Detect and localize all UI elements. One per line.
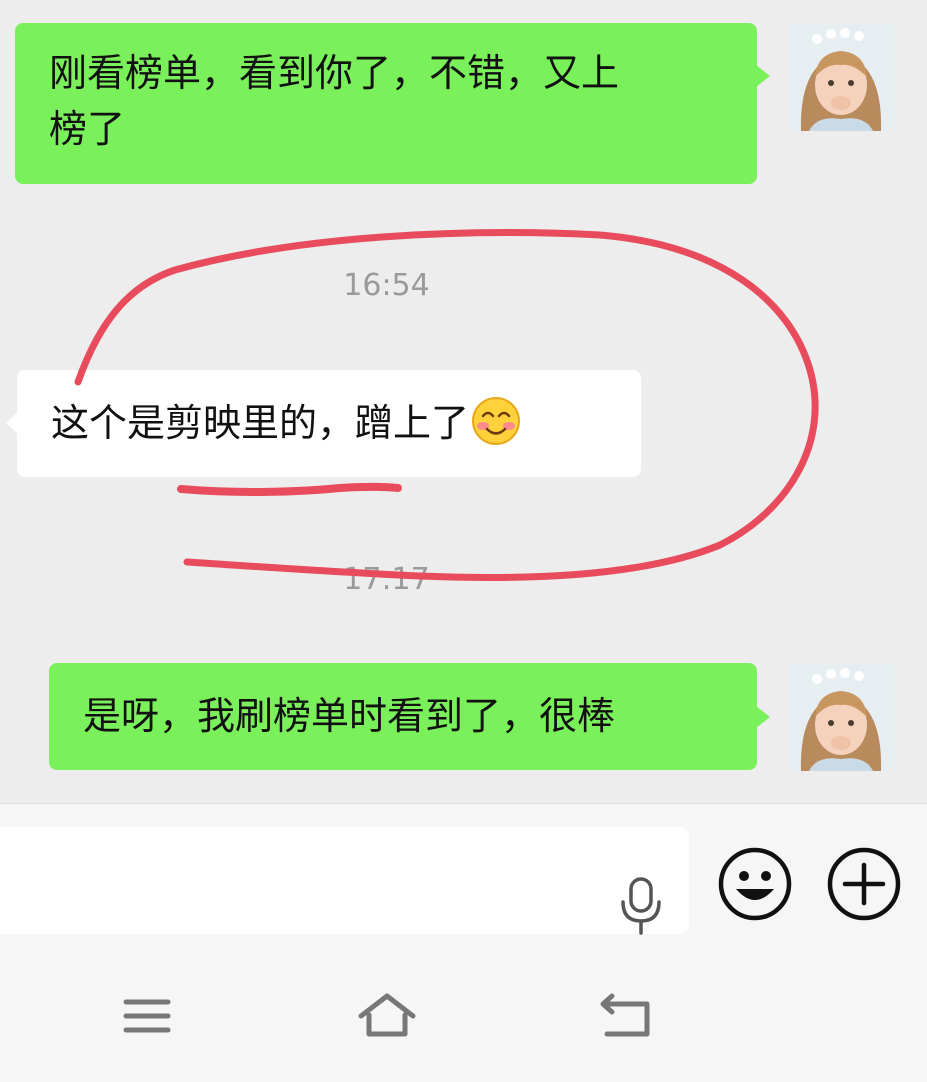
message-bubble-outgoing[interactable]: 是呀，我刷榜单时看到了，很棒 (49, 663, 757, 770)
message-text: 是呀，我刷榜单时看到了，很棒 (83, 694, 616, 738)
avatar[interactable] (787, 663, 895, 771)
avatar-girl-image (787, 23, 895, 131)
message-bubble-outgoing[interactable]: 刚看榜单，看到你了，不错，又上 榜了 (15, 23, 757, 184)
menu-icon[interactable] (116, 990, 178, 1042)
avatar-girl-image (787, 663, 895, 771)
bubble-tail (756, 65, 770, 87)
annotation-underline-stroke (177, 482, 402, 496)
message-bubble-incoming[interactable]: 这个是剪映里的，蹭上了 (17, 370, 641, 477)
home-icon[interactable] (356, 990, 418, 1042)
microphone-icon[interactable] (616, 876, 666, 936)
navigation-bar (0, 946, 927, 1082)
message-text-line: 刚看榜单，看到你了，不错，又上 (49, 51, 620, 95)
message-input[interactable] (0, 827, 689, 936)
bubble-tail (756, 706, 770, 728)
emoji-icon[interactable] (716, 845, 794, 923)
message-text: 这个是剪映里的，蹭上了 (51, 401, 470, 445)
bubble-tail (6, 412, 18, 434)
smiling-face-with-blush-emoji (472, 397, 521, 445)
back-icon[interactable] (597, 990, 659, 1042)
timestamp: 16:54 (343, 268, 430, 303)
avatar[interactable] (787, 23, 895, 131)
message-text-line: 榜了 (49, 107, 126, 151)
timestamp: 17:17 (343, 562, 430, 597)
chat-area[interactable]: 刚看榜单，看到你了，不错，又上 榜了 16:54 这个是剪映里的，蹭上了 17:… (0, 0, 927, 803)
plus-icon[interactable] (825, 845, 903, 923)
input-bar (0, 803, 927, 947)
